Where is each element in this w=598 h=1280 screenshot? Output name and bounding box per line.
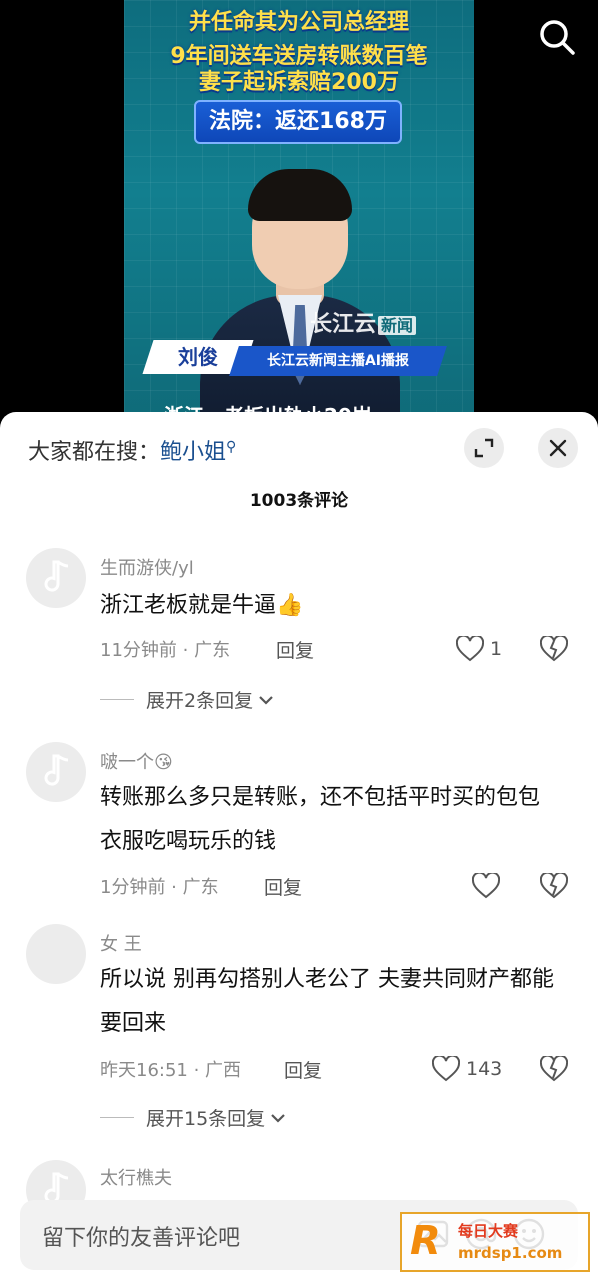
chevron-down-icon: [259, 695, 273, 705]
video-headline-line1: 并任命其为公司总经理: [188, 10, 409, 35]
comment-item: 啵一个😘 转账那么多只是转账，还不包括平时买的包包衣服吃喝玩乐的钱 1分钟前 ·…: [0, 742, 598, 912]
broken-heart-icon: [539, 634, 569, 662]
video-headline-line3: 妻子起诉索赔200万: [199, 70, 399, 95]
comment-item: 女 王 所以说 别再勾搭别人老公了 夫妻共同财产都能要回来 昨天16:51 · …: [0, 924, 598, 1144]
expand-replies-label: 展开15条回复: [146, 1108, 266, 1130]
video-frame: 并任命其为公司总经理 9年间送车送房转账数百笔 妻子起诉索赔200万 法院：返还…: [124, 0, 474, 430]
comment-count: 1003条评论: [249, 491, 349, 511]
reply-button[interactable]: 回复: [276, 636, 314, 663]
station-logo: 长江云 新闻: [310, 306, 417, 338]
watermark-logo: R: [410, 1218, 441, 1264]
expand-replies-label: 展开2条回复: [146, 690, 254, 712]
expand-replies-button[interactable]: 展开15条回复: [100, 1104, 287, 1131]
avatar[interactable]: [26, 924, 86, 984]
like-count: 143: [466, 1058, 503, 1080]
dislike-button[interactable]: [539, 1054, 569, 1086]
default-avatar-icon: [44, 560, 69, 592]
comment-username[interactable]: 生而游侠/yl: [100, 554, 194, 580]
trending-search-icon: ⚲: [226, 438, 237, 455]
comment-text: 转账那么多只是转账，还不包括平时买的包包衣服吃喝玩乐的钱: [100, 785, 541, 854]
like-button[interactable]: 143: [432, 1056, 502, 1082]
reply-button[interactable]: 回复: [264, 873, 302, 900]
comments-sheet: 大家都在搜：鲍小姐⚲ 1003条评论 生而游侠/yl 浙江老板就是牛逼👍 11分…: [0, 412, 598, 1280]
search-button[interactable]: [536, 16, 578, 58]
comment-text: 所以说 别再勾搭别人老公了 夫妻共同财产都能要回来: [100, 967, 554, 1036]
trending-label: 大家都在搜：: [28, 440, 161, 465]
expand-sheet-button[interactable]: [464, 428, 504, 468]
comment-username[interactable]: 女 王: [100, 930, 142, 956]
avatar[interactable]: [26, 548, 86, 608]
news-anchor-figure: [200, 155, 400, 430]
close-sheet-button[interactable]: [538, 428, 578, 468]
comment-time-location: 1分钟前 · 广东: [100, 877, 219, 898]
trending-search: 大家都在搜：鲍小姐⚲: [28, 434, 236, 466]
like-button[interactable]: 1: [456, 636, 502, 662]
heart-icon: [432, 1056, 460, 1082]
court-verdict-box: 法院：返还168万: [194, 100, 402, 144]
expand-icon: [474, 438, 494, 458]
comment-time-location: 11分钟前 · 广东: [100, 640, 231, 661]
default-avatar-icon: [44, 754, 69, 786]
search-icon: [540, 20, 575, 55]
chevron-down-icon: [271, 1113, 285, 1123]
divider: [100, 1117, 134, 1118]
comment-text: 浙江老板就是牛逼👍: [100, 593, 304, 618]
comment-time-location: 昨天16:51 · 广西: [100, 1060, 242, 1081]
trending-term-link[interactable]: 鲍小姐: [160, 440, 226, 465]
comment-username[interactable]: 太行樵夫: [100, 1164, 172, 1190]
heart-icon: [472, 873, 500, 899]
heart-icon: [456, 636, 484, 662]
video-player[interactable]: 并任命其为公司总经理 9年间送车送房转账数百笔 妻子起诉索赔200万 法院：返还…: [0, 0, 598, 430]
watermark-title: 每日大赛: [458, 1222, 519, 1240]
dislike-button[interactable]: [539, 634, 569, 666]
comment-input-placeholder: 留下你的友善评论吧: [42, 1226, 241, 1251]
station-logo-tag: 新闻: [378, 316, 417, 335]
broken-heart-icon: [539, 871, 569, 899]
dislike-button[interactable]: [539, 871, 569, 903]
expand-replies-button[interactable]: 展开2条回复: [100, 686, 275, 713]
anchor-title-plate: 长江云新闻主播AI播报: [229, 346, 447, 376]
close-icon: [549, 439, 567, 457]
comment-item: 生而游侠/yl 浙江老板就是牛逼👍 11分钟前 · 广东 回复 1 展开2条回复: [0, 548, 598, 728]
broken-heart-icon: [539, 1054, 569, 1082]
divider: [100, 699, 134, 700]
like-button[interactable]: [472, 873, 500, 899]
watermark-domain: mrdsp1.com: [458, 1244, 563, 1262]
comment-username[interactable]: 啵一个😘: [100, 748, 173, 774]
like-count: 1: [490, 638, 503, 660]
avatar[interactable]: [26, 742, 86, 802]
reply-button[interactable]: 回复: [284, 1056, 322, 1083]
site-watermark: R 每日大赛 mrdsp1.com: [400, 1212, 590, 1272]
